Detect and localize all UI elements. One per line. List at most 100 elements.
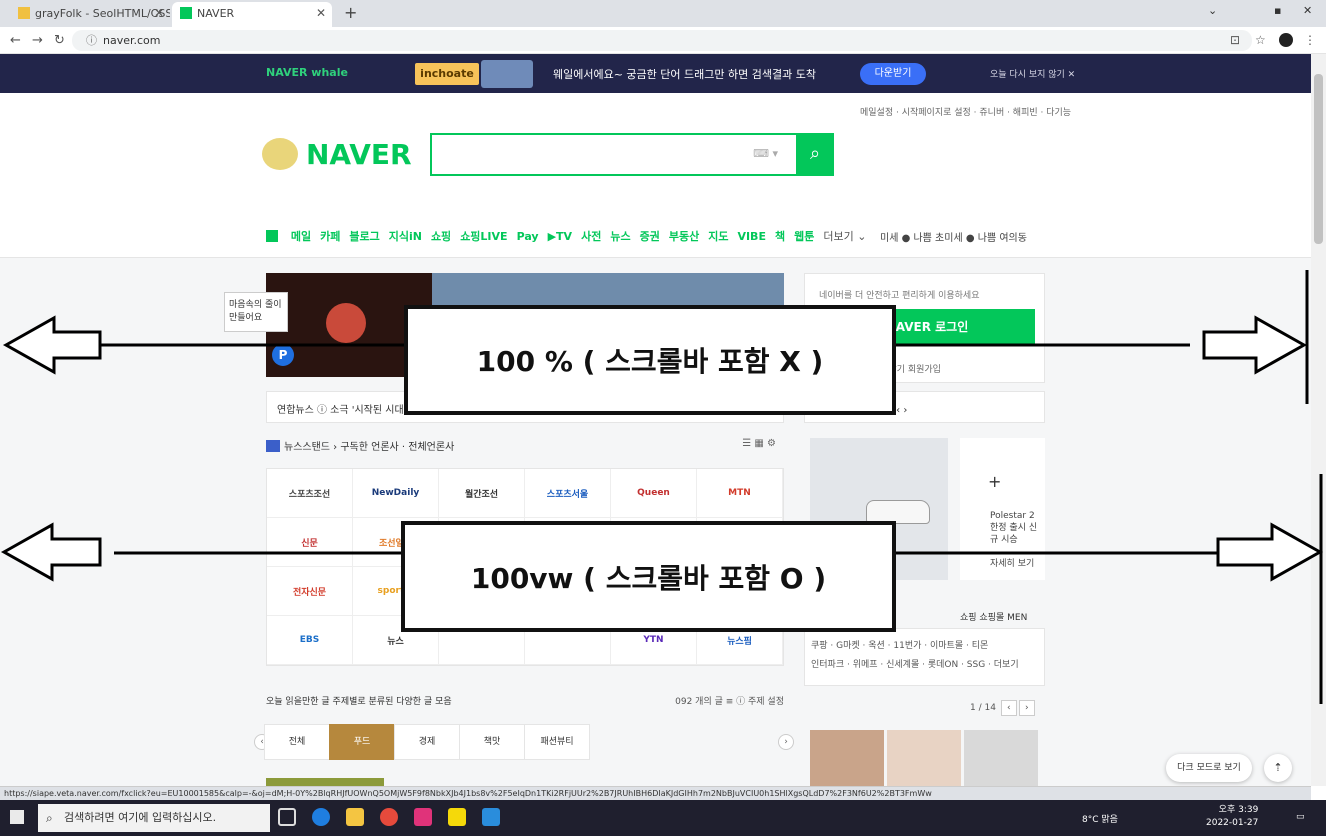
tab-grayfolk[interactable]: grayFolk - SeolHTML/CSS] vi✕ (10, 2, 170, 27)
banner-download-button[interactable]: 다운받기 (860, 63, 926, 85)
weather-tray[interactable]: 8°C 맑음 (1082, 812, 1118, 825)
shop-thumbnail[interactable] (810, 730, 884, 786)
forward-icon[interactable]: → (32, 33, 43, 48)
press-logo[interactable]: MTN (697, 469, 783, 518)
menu-item[interactable]: 지도 (708, 230, 728, 243)
reload-icon[interactable]: ↻ (54, 33, 65, 48)
bookmark-star-icon[interactable]: ☆ (1255, 33, 1266, 47)
pager-count: 1 / 14 (970, 703, 996, 713)
shop-row[interactable]: 쿠팡 · G마켓 · 옥션 · 11번가 · 이마트몰 · 티몬 (811, 637, 1038, 656)
menu-item[interactable]: 부동산 (669, 230, 699, 243)
browser-toolbar: ← → ↻ ⓘ naver.com ⊡ ☆ ⋮ (0, 27, 1326, 54)
car-ad-text[interactable]: + Polestar 2 한정 출시 신규 시승 자세히 보기 (960, 438, 1045, 580)
newsstand-icon (266, 440, 280, 452)
category-tab[interactable]: 전체 (264, 724, 330, 760)
plus-icon: + (988, 472, 1002, 491)
tab-naver[interactable]: NAVER ✕ (172, 2, 332, 27)
shop-thumbnail[interactable] (964, 730, 1038, 786)
screen: grayFolk - SeolHTML/CSS] vi✕ NAVER✕ + ⌄ … (0, 0, 1326, 836)
menu-item[interactable]: 책 (775, 230, 785, 243)
close-window-icon[interactable]: ✕ (1303, 4, 1312, 17)
close-tab-icon[interactable]: ✕ (154, 2, 164, 25)
menu-item[interactable]: 쇼핑 (431, 230, 451, 243)
vertical-scrollbar[interactable] (1311, 54, 1326, 786)
menu-item[interactable]: 블로그 (349, 230, 379, 243)
file-explorer-icon[interactable] (346, 808, 364, 826)
whale-banner[interactable]: NAVER whale inchoate 웨일에서에요~ 궁금한 단어 드래그만… (0, 54, 1311, 93)
chrome-icon[interactable] (380, 808, 398, 826)
close-tab-icon[interactable]: ✕ (316, 2, 326, 25)
taskbar-clock[interactable]: 오후 3:39 2022-01-27 (1206, 804, 1258, 830)
task-view-icon[interactable] (278, 808, 296, 826)
scroll-top-button[interactable]: ⇡ (1264, 754, 1292, 782)
menu-item[interactable]: 쇼핑LIVE (460, 230, 507, 243)
minimize-icon[interactable]: ▪ (1274, 4, 1281, 17)
notification-icon[interactable]: ▭ (1296, 812, 1305, 822)
menu-item[interactable]: Pay (517, 230, 539, 243)
menu-item[interactable]: 웹툰 (794, 230, 814, 243)
press-logo[interactable]: 신문 (267, 518, 353, 567)
new-tab-button[interactable]: + (344, 3, 357, 22)
menu-home-icon[interactable] (266, 230, 278, 242)
clock-date: 2022-01-27 (1206, 818, 1259, 828)
jetbrains-icon[interactable] (414, 808, 432, 826)
weather-widget[interactable]: 미세 ● 나쁨 초미세 ● 나쁨 여의동 (880, 229, 1027, 244)
menu-item[interactable]: 메일 (291, 230, 311, 243)
category-next-button[interactable]: › (778, 734, 794, 750)
extension-icon[interactable] (1279, 33, 1293, 47)
press-logo[interactable]: 스포츠서울 (525, 469, 611, 518)
windows-start-icon[interactable] (10, 810, 24, 824)
address-bar[interactable]: ⓘ naver.com (72, 30, 1252, 51)
menu-item[interactable]: 사전 (581, 230, 601, 243)
kakaotalk-icon[interactable] (448, 808, 466, 826)
taskbar-search-input[interactable]: ⌕ 검색하려면 여기에 입력하십시오. (38, 804, 270, 832)
scrollbar-thumb[interactable] (1314, 74, 1323, 244)
press-logo[interactable]: NewDaily (353, 469, 439, 518)
service-menu: 메일 카페 블로그 지식iN 쇼핑 쇼핑LIVE Pay ▶TV 사전 뉴스 증권 부동산 지도 VIBE… (266, 228, 875, 244)
menu-item[interactable]: 카페 (320, 230, 340, 243)
pager-prev-button[interactable]: ‹ (1000, 700, 1017, 716)
press-logo[interactable]: 전자신문 (267, 567, 353, 616)
keyboard-icon[interactable]: ⌨ ▾ (753, 147, 778, 160)
view-toggle-icons[interactable]: ☰ ▦ ⚙ (742, 438, 776, 449)
menu-item[interactable]: 지식iN (389, 230, 422, 243)
press-logo[interactable]: Queen (611, 469, 697, 518)
search-input[interactable]: ⌨ ▾ (430, 133, 798, 176)
menu-item[interactable]: VIBE (737, 230, 766, 243)
dark-mode-button[interactable]: 다크 모드로 보기 (1166, 754, 1252, 782)
ad-description: Polestar 2 한정 출시 신규 시승 (990, 511, 1038, 545)
shop-tabs[interactable]: 쇼핑 쇼핑몰 MEN (960, 610, 1027, 623)
chevron-down-icon[interactable]: ⌄ (1208, 4, 1217, 17)
category-row: ‹ 전체 푸드 경제 책맛 패션뷰티 › (252, 724, 798, 760)
hero-tooltip: 마음속의 줄이 만들어요 (224, 292, 288, 332)
category-tab[interactable]: 경제 (394, 724, 460, 760)
shop-pager: 1 / 14 ‹ › (970, 700, 1035, 716)
translate-icon[interactable]: ⊡ (1230, 33, 1240, 47)
shop-links: 쿠팡 · G마켓 · 옥션 · 11번가 · 이마트몰 · 티몬 인터파크 · … (804, 628, 1045, 686)
press-logo[interactable]: 스포츠조선 (267, 469, 353, 518)
reading-settings[interactable]: 092 개의 글 ≡ ⓘ 주제 설정 (675, 694, 784, 707)
banner-close-button[interactable]: 오늘 다시 보지 않기 ✕ (990, 67, 1075, 80)
ad-link[interactable]: 자세히 보기 (990, 556, 1034, 569)
shop-thumbnail[interactable] (887, 730, 961, 786)
edge-icon[interactable] (312, 808, 330, 826)
pager-next-button[interactable]: › (1018, 700, 1035, 716)
menu-item[interactable]: ▶TV (548, 230, 572, 243)
menu-kebab-icon[interactable]: ⋮ (1304, 33, 1316, 47)
category-tab-active[interactable]: 푸드 (329, 724, 395, 760)
top-links[interactable]: 메일설정 · 시작페이지로 설정 · 쥬니버 · 해피빈 · 다기능 (860, 105, 1071, 118)
back-icon[interactable]: ← (10, 33, 21, 48)
search-button[interactable]: ⌕ (796, 133, 834, 176)
press-logo[interactable]: EBS (267, 616, 353, 665)
category-tab[interactable]: 패션뷰티 (524, 724, 590, 760)
category-tab[interactable]: 책맛 (459, 724, 525, 760)
menu-item[interactable]: 증권 (640, 230, 660, 243)
whale-brand: NAVER whale (266, 66, 348, 79)
shop-row[interactable]: 인터파크 · 위메프 · 신세계몰 · 롯데ON · SSG · 더보기 (811, 656, 1038, 675)
menu-item[interactable]: 뉴스 (610, 230, 630, 243)
reading-header: 오늘 읽을만한 글 주제별로 분류된 다양한 글 모음 092 개의 글 ≡ ⓘ… (266, 694, 784, 707)
vscode-icon[interactable] (482, 808, 500, 826)
newsstand-title[interactable]: 뉴스스탠드 › 구독한 언론사 · 전체언론사 (284, 442, 454, 453)
menu-more-button[interactable]: 더보기 ⌄ (823, 230, 866, 243)
press-logo[interactable]: 월간조선 (439, 469, 525, 518)
